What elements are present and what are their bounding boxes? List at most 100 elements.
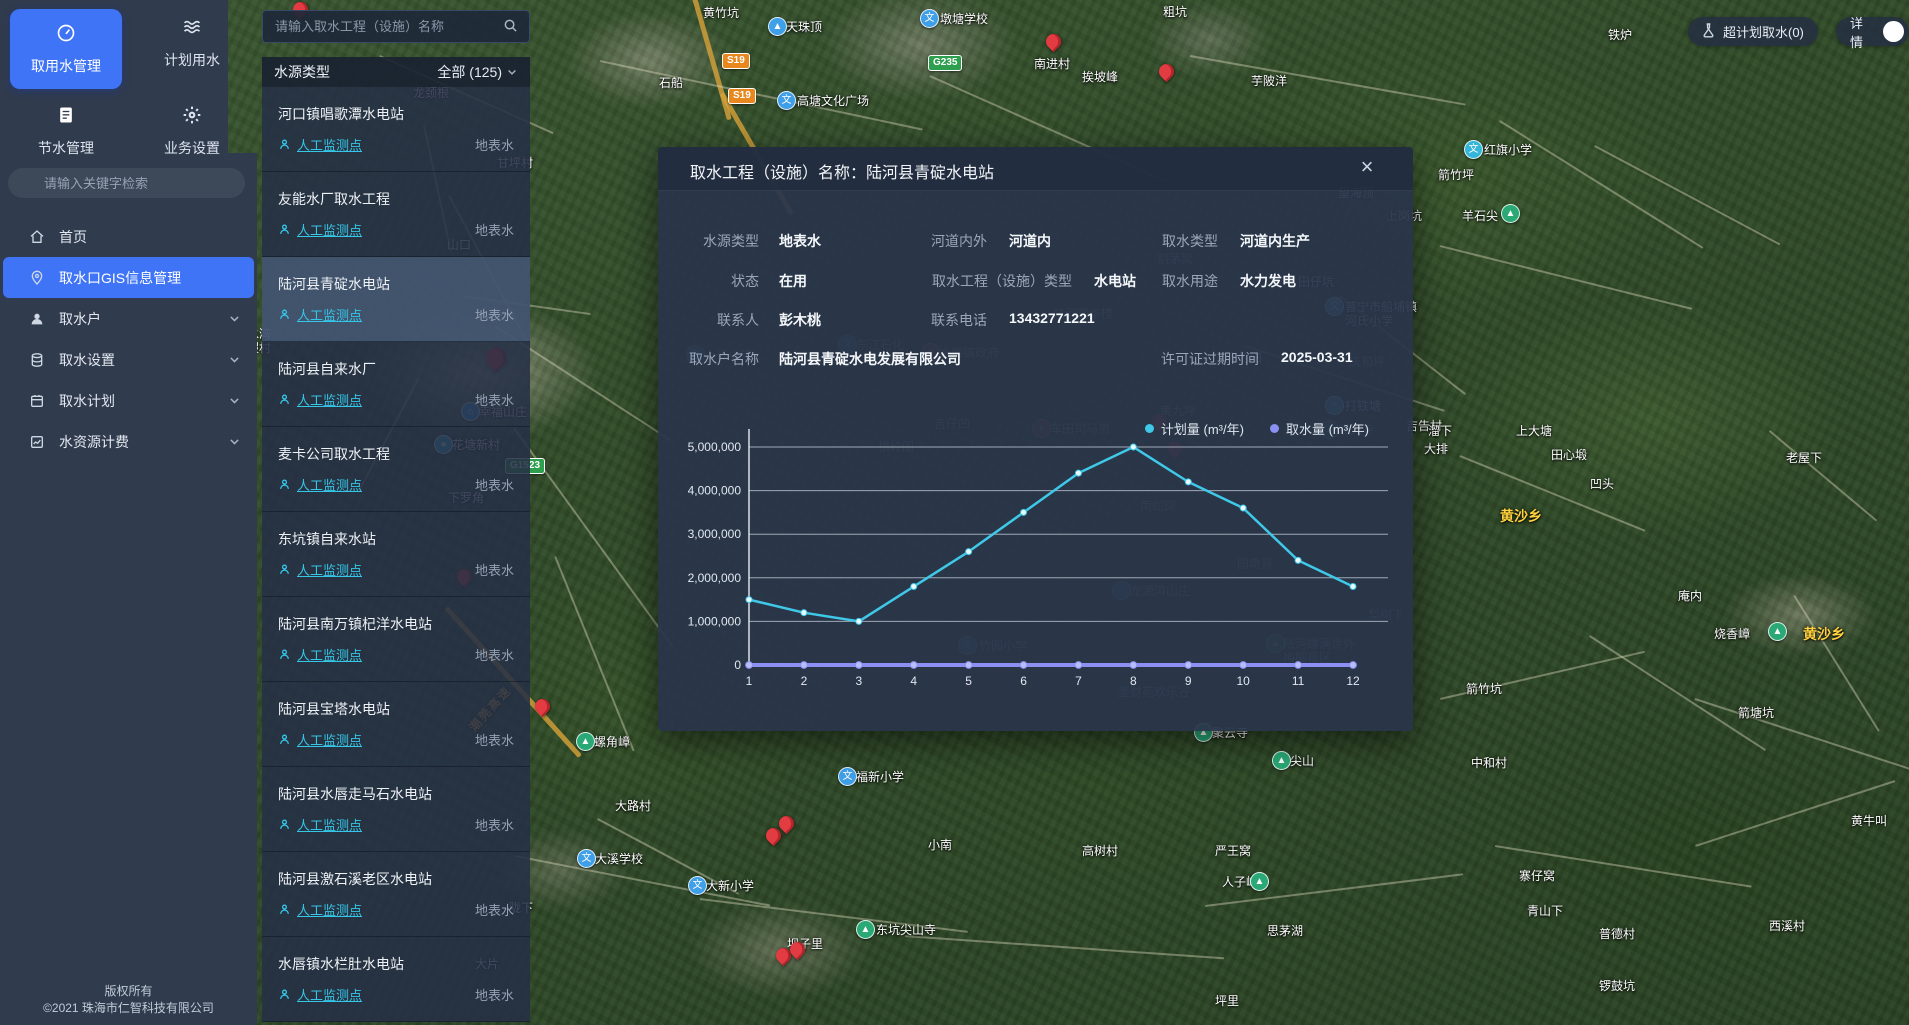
chevron-down-icon[interactable]: [228, 353, 241, 366]
list-item[interactable]: 河口镇唱歌潭水电站人工监测点地表水: [262, 87, 530, 172]
home-icon: [29, 229, 45, 245]
monitor-tag[interactable]: 人工监测点: [297, 560, 362, 579]
sidebar-item-6[interactable]: 水资源计费: [0, 421, 257, 462]
svg-text:11: 11: [1292, 674, 1305, 688]
detail-label: 详情: [1850, 13, 1875, 51]
over-plan-button[interactable]: 超计划取水(0): [1688, 17, 1818, 46]
svg-text:4,000,000: 4,000,000: [688, 484, 741, 498]
school-poi[interactable]: 文: [577, 849, 596, 868]
map-label: 大溪学校: [595, 850, 643, 867]
menu-item-label: 取水设置: [59, 350, 115, 370]
station-name: 东坑镇自来水站: [278, 529, 514, 549]
field-label: 联系电话: [658, 310, 987, 330]
monitor-tag[interactable]: 人工监测点: [297, 390, 362, 409]
list-item[interactable]: 陆河县激石溪老区水电站人工监测点地表水: [262, 852, 530, 937]
peak-poi[interactable]: ▲: [1501, 204, 1520, 223]
list-item[interactable]: 陆河县自来水厂人工监测点地表水: [262, 342, 530, 427]
app-tile-4[interactable]: 业务设置: [136, 97, 248, 164]
field-label: 取水用途: [658, 271, 1218, 291]
monitor-tag[interactable]: 人工监测点: [297, 985, 362, 1004]
person-icon: [278, 648, 291, 661]
sidebar-item-2[interactable]: 取水口GIS信息管理: [3, 257, 254, 298]
svg-text:9: 9: [1185, 674, 1192, 688]
app-tile-3[interactable]: 节水管理: [10, 97, 122, 164]
monitor-tag[interactable]: 人工监测点: [297, 645, 362, 664]
source-type-filter[interactable]: 水源类型 全部 (125): [262, 57, 530, 87]
tile-label: 取用水管理: [17, 56, 115, 76]
map-label: 粗坑: [1163, 3, 1187, 20]
svg-text:3,000,000: 3,000,000: [688, 527, 741, 541]
water-source-type: 地表水: [475, 645, 514, 664]
sidebar-item-1[interactable]: 首页: [0, 216, 257, 257]
user-icon: [29, 311, 45, 327]
school-poi[interactable]: 文: [920, 9, 939, 28]
peak-poi[interactable]: ▲: [1768, 622, 1787, 641]
station-search-input[interactable]: [262, 10, 530, 43]
copyright-line1: 版权所有: [0, 983, 257, 1000]
sidebar-search-input[interactable]: [8, 168, 245, 198]
list-item[interactable]: 友能水厂取水工程人工监测点地表水: [262, 172, 530, 257]
search-icon[interactable]: [503, 18, 518, 38]
map-label: 挨坡峰: [1082, 68, 1118, 85]
school-poi[interactable]: 文: [838, 767, 857, 786]
person-icon: [278, 308, 291, 321]
monitor-tag[interactable]: 人工监测点: [297, 730, 362, 749]
map-label: 上大塘: [1516, 422, 1552, 439]
list-item[interactable]: 水唇镇水栏肚水电站人工监测点地表水: [262, 937, 530, 1022]
monitor-tag[interactable]: 人工监测点: [297, 220, 362, 239]
map-label: 东坑尖山寺: [876, 921, 936, 938]
svg-text:1: 1: [746, 674, 753, 688]
filter-label: 水源类型: [274, 62, 330, 82]
svg-text:8: 8: [1130, 674, 1137, 688]
temple-poi[interactable]: ▲: [856, 920, 875, 939]
monitor-tag[interactable]: 人工监测点: [297, 305, 362, 324]
school-poi[interactable]: 文: [1464, 140, 1483, 159]
peak-poi[interactable]: ▲: [576, 732, 595, 751]
list-item[interactable]: 陆河县南万镇杞洋水电站人工监测点地表水: [262, 597, 530, 682]
flask-icon: [1702, 23, 1715, 41]
map-label: 石船: [659, 74, 683, 91]
peak-poi[interactable]: ▲: [1250, 872, 1269, 891]
over-plan-label: 超计划取水(0): [1723, 22, 1804, 41]
menu-item-label: 取水户: [59, 309, 101, 329]
monitor-tag[interactable]: 人工监测点: [297, 135, 362, 154]
sidebar-item-4[interactable]: 取水设置: [0, 339, 257, 380]
map-label: 尖山: [1290, 752, 1314, 769]
plaza-poi[interactable]: 文: [777, 91, 796, 110]
map-label: 庵内: [1678, 587, 1702, 604]
list-item[interactable]: 陆河县水唇走马石水电站人工监测点地表水: [262, 767, 530, 852]
sidebar-item-3[interactable]: 取水户: [0, 298, 257, 339]
list-item[interactable]: 麦卡公司取水工程人工监测点地表水: [262, 427, 530, 512]
water-source-type: 地表水: [475, 560, 514, 579]
svg-text:0: 0: [734, 658, 741, 672]
chevron-down-icon[interactable]: [228, 312, 241, 325]
map-label: 红旗小学: [1484, 141, 1532, 158]
map-label: 青山下: [1527, 902, 1563, 919]
monitor-tag[interactable]: 人工监测点: [297, 900, 362, 919]
pin-icon: [29, 270, 45, 286]
peak-poi[interactable]: ▲: [1272, 751, 1291, 770]
list-item[interactable]: 陆河县宝塔水电站人工监测点地表水: [262, 682, 530, 767]
close-icon[interactable]: ×: [1353, 153, 1381, 181]
peak-poi[interactable]: ▲: [768, 17, 787, 36]
detail-toggle[interactable]: 详情: [1836, 17, 1909, 46]
school-poi[interactable]: 文: [688, 876, 707, 895]
road-shield: S19: [722, 53, 750, 69]
monitor-tag[interactable]: 人工监测点: [297, 475, 362, 494]
svg-text:2: 2: [801, 674, 808, 688]
list-item[interactable]: 陆河县青碇水电站人工监测点地表水: [262, 257, 530, 342]
toggle-knob[interactable]: [1883, 21, 1904, 42]
person-icon: [278, 818, 291, 831]
modal-header: 取水工程（设施）名称：陆河县青碇水电站 ×: [658, 147, 1413, 191]
chevron-down-icon[interactable]: [228, 435, 241, 448]
chevron-down-icon[interactable]: [228, 394, 241, 407]
list-item[interactable]: 东坑镇自来水站人工监测点 地表水: [262, 512, 530, 597]
app-tile-1[interactable]: 取用水管理: [10, 9, 122, 89]
svg-text:7: 7: [1075, 674, 1082, 688]
map-label: 老屋下: [1786, 449, 1822, 466]
monitor-tag[interactable]: 人工监测点: [297, 815, 362, 834]
map-label: 铁炉: [1608, 26, 1632, 43]
map-label: 锣鼓坑: [1599, 977, 1635, 994]
app-tile-2[interactable]: 计划用水: [136, 9, 248, 76]
sidebar-item-5[interactable]: 取水计划: [0, 380, 257, 421]
